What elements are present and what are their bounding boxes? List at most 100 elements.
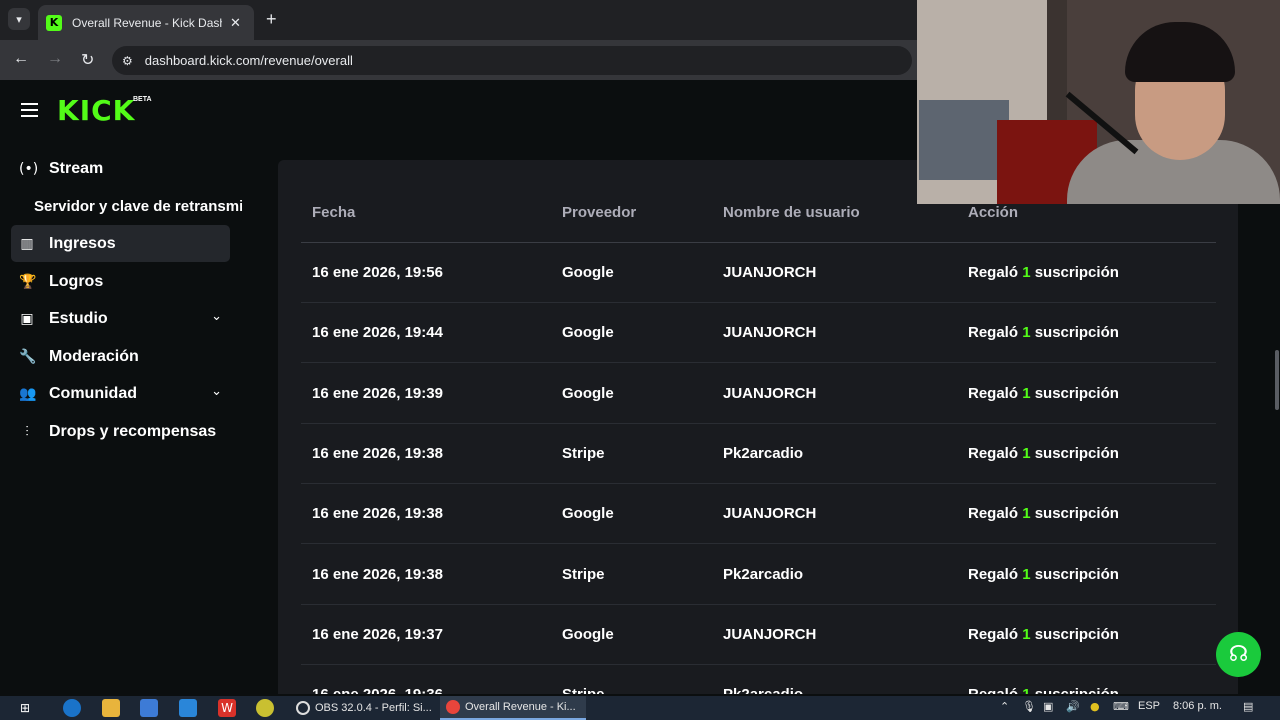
cell-usuario: JUANJORCH bbox=[723, 384, 817, 402]
scrollbar-thumb[interactable] bbox=[1275, 350, 1279, 410]
accion-verb: Regaló bbox=[968, 324, 1019, 342]
cell-proveedor: Stripe bbox=[562, 444, 605, 462]
cell-accion: Regaló 1 suscripción bbox=[968, 385, 1119, 402]
cell-accion: Regaló 1 suscripción bbox=[968, 566, 1119, 583]
column-header-proveedor[interactable]: Proveedor bbox=[562, 204, 636, 221]
tab-close-icon[interactable]: ✕ bbox=[230, 15, 241, 31]
cell-usuario: JUANJORCH bbox=[723, 324, 817, 342]
column-header-accion[interactable]: Acción bbox=[968, 204, 1018, 221]
new-tab-button[interactable]: + bbox=[266, 9, 277, 30]
table-row: 16 ene 2026, 19:56 Google JUANJORCH Regaló … bbox=[301, 243, 1216, 303]
chat-support-button[interactable]: ☊ bbox=[1216, 632, 1261, 677]
language-indicator[interactable]: ESP bbox=[1138, 700, 1160, 712]
site-info-icon[interactable]: ⚙ bbox=[122, 54, 133, 68]
accion-count: 1 bbox=[1022, 264, 1031, 281]
cell-accion: Regaló 1 suscripción bbox=[968, 264, 1119, 281]
taskbar-app-label: OBS 32.0.4 - Perfil: Si... bbox=[315, 702, 432, 714]
accion-noun: suscripción bbox=[1034, 505, 1119, 523]
accion-noun: suscripción bbox=[1034, 444, 1119, 462]
taskbar-app-chrome[interactable]: Overall Revenue - Ki... bbox=[440, 696, 586, 720]
accion-verb: Regaló bbox=[968, 625, 1019, 643]
volume-icon[interactable]: 🔊 bbox=[1066, 700, 1080, 713]
cell-fecha: 16 ene 2026, 19:38 bbox=[312, 505, 443, 523]
column-header-fecha[interactable]: Fecha bbox=[312, 204, 355, 221]
accion-count: 1 bbox=[1022, 625, 1031, 643]
trophy-icon: 🏆 bbox=[19, 273, 37, 290]
accion-count: 1 bbox=[1022, 505, 1031, 523]
cell-fecha: 16 ene 2026, 19:39 bbox=[312, 384, 443, 402]
notifications-icon[interactable]: ▤ bbox=[1243, 700, 1253, 713]
app-tray-icon[interactable]: ● bbox=[1090, 700, 1100, 713]
cell-usuario: JUANJORCH bbox=[723, 264, 817, 281]
table-row: 16 ene 2026, 19:44 Google JUANJORCH Regaló … bbox=[301, 303, 1216, 364]
accion-count: 1 bbox=[1022, 324, 1031, 342]
sidebar: KICK BETA (•) Stream Servidor y clave de… bbox=[0, 80, 258, 694]
chrome-alt-icon[interactable] bbox=[256, 699, 274, 717]
clock[interactable]: 8:06 p. m. bbox=[1173, 700, 1222, 712]
table-row: 16 ene 2026, 19:39 Google JUANJORCH Regaló … bbox=[301, 364, 1216, 424]
chevron-down-icon[interactable]: ⌄ bbox=[211, 384, 222, 399]
windows-start-icon[interactable]: ⊞ bbox=[16, 699, 34, 717]
sidebar-item-ingresos[interactable]: ▥ Ingresos bbox=[11, 225, 230, 262]
sidebar-item-estudio[interactable]: ▣ Estudio ⌄ bbox=[11, 300, 230, 337]
taskbar-app-obs[interactable]: OBS 32.0.4 - Perfil: Si... bbox=[290, 696, 438, 720]
accion-noun: suscripción bbox=[1034, 324, 1119, 342]
accion-count: 1 bbox=[1022, 444, 1031, 462]
cell-fecha: 16 ene 2026, 19:44 bbox=[312, 324, 443, 342]
keyboard-icon[interactable]: ⌨ bbox=[1113, 700, 1129, 713]
drops-icon: ⫶ bbox=[25, 423, 29, 440]
sidebar-item-comunidad[interactable]: 👥 Comunidad ⌄ bbox=[11, 375, 230, 412]
table-row: 16 ene 2026, 19:36 Stripe Pk2arcadio Regaló… bbox=[301, 665, 1216, 694]
accion-verb: Regaló bbox=[968, 505, 1019, 523]
network-icon[interactable]: ▣ bbox=[1043, 700, 1053, 713]
accion-count: 1 bbox=[1022, 686, 1030, 694]
sidebar-item-moderacion[interactable]: 🔧 Moderación bbox=[11, 338, 230, 375]
mail-icon[interactable] bbox=[179, 699, 197, 717]
kick-logo[interactable]: KICK bbox=[57, 94, 135, 127]
tray-chevron-up-icon[interactable]: ⌃ bbox=[1000, 700, 1009, 713]
accion-noun: suscripción bbox=[1034, 625, 1119, 643]
forward-arrow-icon[interactable]: → bbox=[47, 50, 63, 68]
cell-fecha: 16 ene 2026, 19:38 bbox=[312, 444, 443, 462]
wrench-icon: 🔧 bbox=[19, 348, 37, 365]
table-row: 16 ene 2026, 19:38 Stripe Pk2arcadio Regaló… bbox=[301, 424, 1216, 484]
sidebar-item-logros[interactable]: 🏆 Logros bbox=[11, 263, 230, 300]
sidebar-item-drops[interactable]: ⫶ Drops y recompensas bbox=[11, 413, 230, 450]
hamburger-menu-icon[interactable] bbox=[21, 103, 38, 117]
sidebar-item-label: Logros bbox=[49, 272, 104, 290]
column-header-usuario[interactable]: Nombre de usuario bbox=[723, 204, 860, 221]
tab-search-chevron-icon[interactable]: ▾ bbox=[8, 8, 30, 30]
taskbar-app-label: Overall Revenue - Ki... bbox=[465, 701, 576, 713]
cell-proveedor: Google bbox=[562, 324, 614, 342]
cell-fecha: 16 ene 2026, 19:37 bbox=[312, 625, 443, 643]
sidebar-subitem-stream-key[interactable]: Servidor y clave de retransmisión bbox=[34, 198, 242, 215]
studio-icon: ▣ bbox=[20, 310, 34, 327]
cell-accion: Regaló 1 suscripción bbox=[968, 505, 1119, 522]
edge-icon[interactable] bbox=[63, 699, 81, 717]
reload-icon[interactable]: ↻ bbox=[81, 50, 94, 70]
accion-noun: suscripción bbox=[1034, 384, 1119, 402]
wps-icon[interactable]: W bbox=[218, 699, 236, 717]
file-explorer-icon[interactable] bbox=[102, 699, 120, 717]
obs-icon bbox=[296, 701, 310, 715]
cell-usuario: Pk2arcadio bbox=[723, 565, 804, 583]
accion-count: 1 bbox=[1022, 384, 1031, 402]
sidebar-item-label: Estudio bbox=[49, 309, 108, 327]
accion-verb: Regaló bbox=[968, 686, 1018, 694]
accion-verb: Regaló bbox=[968, 264, 1019, 281]
accion-noun: suscripción bbox=[1035, 686, 1119, 694]
address-bar[interactable]: ⚙ dashboard.kick.com/revenue/overall bbox=[112, 46, 912, 75]
accion-count: 1 bbox=[1022, 565, 1031, 583]
chevron-down-icon[interactable]: ⌄ bbox=[211, 309, 222, 324]
store-icon[interactable] bbox=[140, 699, 158, 717]
browser-tab-active[interactable]: K Overall Revenue - Kick Dashboard ✕ bbox=[38, 5, 254, 40]
microphone-icon[interactable]: 🎙 bbox=[1022, 700, 1036, 713]
accion-verb: Regaló bbox=[968, 444, 1019, 462]
cell-proveedor: Google bbox=[562, 625, 614, 643]
back-arrow-icon[interactable]: ← bbox=[13, 50, 29, 68]
cell-accion: Regaló 1 suscripción bbox=[968, 626, 1119, 643]
sidebar-item-stream[interactable]: (•) Stream bbox=[11, 150, 230, 187]
accion-verb: Regaló bbox=[968, 384, 1019, 402]
cell-fecha: 16 ene 2026, 19:36 bbox=[312, 686, 443, 694]
cell-usuario: JUANJORCH bbox=[723, 625, 817, 643]
